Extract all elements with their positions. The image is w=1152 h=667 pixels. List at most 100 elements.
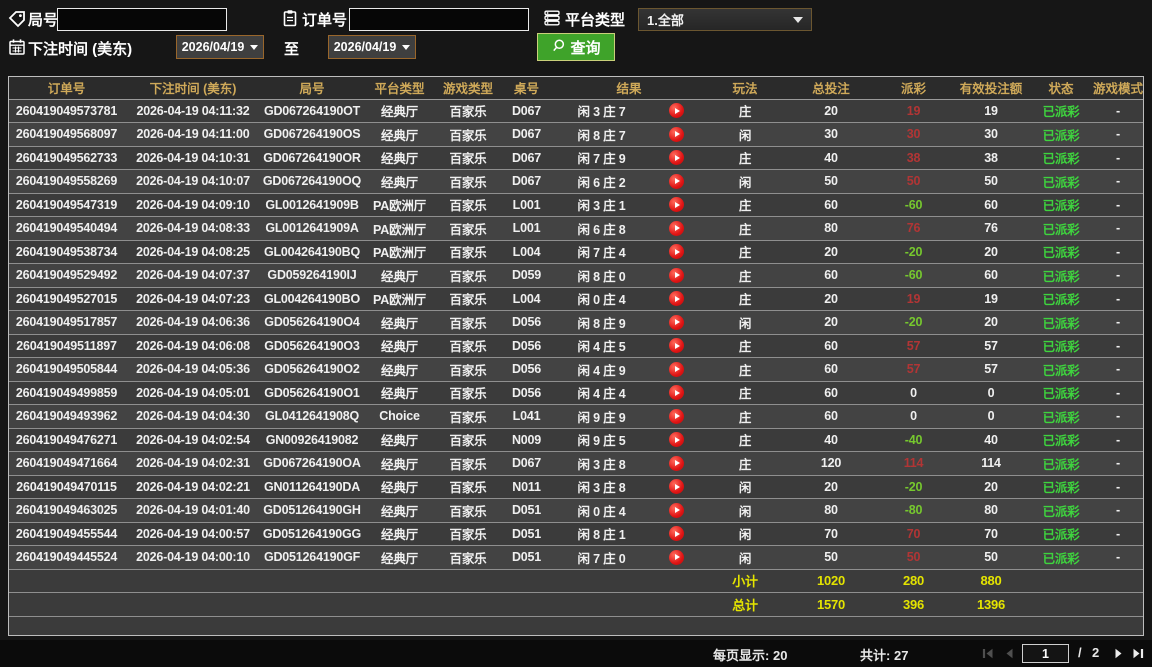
mode-cell: -: [1091, 216, 1143, 241]
subtotal-payout: 280: [876, 569, 952, 593]
play-video-icon[interactable]: [669, 338, 684, 354]
first-page-icon[interactable]: [981, 647, 995, 660]
date-to-picker[interactable]: 2026/04/19: [328, 35, 416, 59]
table-row[interactable]: 260419049463025 2026-04-19 04:01:40 GD0512…: [9, 498, 1143, 523]
game-type-cell: 百家乐: [437, 310, 499, 335]
play-video-icon[interactable]: [669, 173, 684, 189]
prev-page-icon[interactable]: [1002, 647, 1016, 660]
total-count-label: 共计:: [860, 648, 891, 663]
table-number-cell: D051: [499, 522, 554, 546]
play-video-icon[interactable]: [669, 291, 684, 307]
play-video-icon[interactable]: [669, 220, 684, 236]
round-cell: GL0012641909A: [262, 216, 362, 241]
table-row[interactable]: 260419049476271 2026-04-19 04:02:54 GN0092…: [9, 428, 1143, 452]
play-video-icon[interactable]: [669, 549, 684, 565]
next-page-icon[interactable]: [1112, 647, 1126, 660]
table-row[interactable]: 260419049471664 2026-04-19 04:02:31 GD0672…: [9, 451, 1143, 476]
current-page-input[interactable]: [1022, 644, 1069, 663]
game-type-cell: 百家乐: [437, 146, 499, 170]
play-video-icon[interactable]: [669, 244, 684, 260]
play-video-icon[interactable]: [669, 479, 684, 495]
table-row[interactable]: 260419049562733 2026-04-19 04:10:31 GD0672…: [9, 146, 1143, 170]
round-number-input[interactable]: [57, 8, 227, 31]
table-row[interactable]: 260419049538734 2026-04-19 04:08:25 GL0042…: [9, 240, 1143, 264]
column-header: 局号: [262, 77, 362, 100]
mode-cell: -: [1091, 404, 1143, 429]
bet-type-cell: 闲: [704, 498, 787, 523]
play-video-icon[interactable]: [669, 126, 684, 142]
play-video-icon[interactable]: [669, 432, 684, 448]
table-row[interactable]: 260419049517857 2026-04-19 04:06:36 GD0562…: [9, 310, 1143, 335]
play-video-icon[interactable]: [669, 314, 684, 330]
result-cell: 闲 0 庄 4: [554, 498, 649, 523]
bet-type-cell: 闲: [704, 522, 787, 546]
total-bet-cell: 40: [786, 428, 877, 452]
play-cell: [649, 287, 705, 311]
table-row[interactable]: 260419049505844 2026-04-19 04:05:36 GD0562…: [9, 357, 1143, 382]
platform-cell: 经典厅: [362, 522, 437, 546]
table-row[interactable]: 260419049499859 2026-04-19 04:05:01 GD0562…: [9, 381, 1143, 405]
total-total-bet: 1570: [786, 592, 877, 617]
column-header: 游戏类型: [437, 77, 499, 100]
order-cell: 260419049517857: [9, 310, 124, 335]
play-video-icon[interactable]: [669, 455, 684, 471]
play-video-icon[interactable]: [669, 385, 684, 401]
query-button[interactable]: 查询: [537, 33, 615, 61]
bet-type-cell: 闲: [704, 169, 787, 194]
table-row[interactable]: 260419049445524 2026-04-19 04:00:10 GD0512…: [9, 545, 1143, 570]
game-type-cell: 百家乐: [437, 475, 499, 499]
round-number-label: 局号: [28, 12, 59, 29]
play-video-icon[interactable]: [669, 361, 684, 377]
status-cell: 已派彩: [1031, 193, 1092, 217]
play-video-icon[interactable]: [669, 150, 684, 166]
play-video-icon[interactable]: [669, 197, 684, 213]
round-cell: GD051264190GF: [262, 545, 362, 570]
play-video-icon[interactable]: [669, 408, 684, 424]
play-video-icon[interactable]: [669, 103, 684, 119]
mode-cell: -: [1091, 99, 1143, 123]
last-page-icon[interactable]: [1131, 647, 1145, 660]
table-row[interactable]: 260419049540494 2026-04-19 04:08:33 GL0012…: [9, 216, 1143, 241]
valid-bet-cell: 20: [951, 475, 1032, 499]
table-row[interactable]: 260419049455544 2026-04-19 04:00:57 GD0512…: [9, 522, 1143, 546]
total-bet-cell: 60: [786, 193, 877, 217]
order-cell: 260419049558269: [9, 169, 124, 194]
total-bet-cell: 60: [786, 357, 877, 382]
table-row[interactable]: 260419049470115 2026-04-19 04:02:21 GN0112…: [9, 475, 1143, 499]
play-cell: [649, 522, 705, 546]
play-video-icon[interactable]: [669, 526, 684, 542]
mode-cell: -: [1091, 287, 1143, 311]
time-cell: 2026-04-19 04:00:57: [124, 522, 262, 546]
table-row[interactable]: 260419049573781 2026-04-19 04:11:32 GD0672…: [9, 99, 1143, 123]
date-from-picker[interactable]: 2026/04/19: [176, 35, 264, 59]
round-cell: GL0012641909B: [262, 193, 362, 217]
table-number-cell: D056: [499, 334, 554, 358]
table-row[interactable]: 260419049547319 2026-04-19 04:09:10 GL0012…: [9, 193, 1143, 217]
table-row[interactable]: 260419049558269 2026-04-19 04:10:07 GD0672…: [9, 169, 1143, 194]
table-row[interactable]: 260419049511897 2026-04-19 04:06:08 GD0562…: [9, 334, 1143, 358]
order-cell: 260419049505844: [9, 357, 124, 382]
platform-select[interactable]: 1.全部: [638, 8, 812, 31]
round-cell: GN011264190DA: [262, 475, 362, 499]
valid-bet-cell: 38: [951, 146, 1032, 170]
table-row[interactable]: 260419049493962 2026-04-19 04:04:30 GL0412…: [9, 404, 1143, 429]
order-cell: 260419049463025: [9, 498, 124, 523]
round-cell: GD056264190O4: [262, 310, 362, 335]
play-cell: [649, 99, 705, 123]
order-number-input[interactable]: [349, 8, 529, 31]
status-cell: 已派彩: [1031, 522, 1092, 546]
table-row[interactable]: 260419049568097 2026-04-19 04:11:00 GD0672…: [9, 122, 1143, 147]
play-video-icon[interactable]: [669, 267, 684, 283]
table-row[interactable]: 260419049529492 2026-04-19 04:07:37 GD0592…: [9, 263, 1143, 288]
subtotal-valid-bet: 880: [951, 569, 1032, 593]
play-cell: [649, 263, 705, 288]
payout-cell: -20: [876, 475, 952, 499]
total-bet-cell: 120: [786, 451, 877, 476]
payout-cell: 57: [876, 334, 952, 358]
payout-cell: 50: [876, 545, 952, 570]
bet-type-cell: 庄: [704, 287, 787, 311]
mode-cell: -: [1091, 310, 1143, 335]
table-row[interactable]: 260419049527015 2026-04-19 04:07:23 GL0042…: [9, 287, 1143, 311]
time-cell: 2026-04-19 04:04:30: [124, 404, 262, 429]
play-video-icon[interactable]: [669, 502, 684, 518]
